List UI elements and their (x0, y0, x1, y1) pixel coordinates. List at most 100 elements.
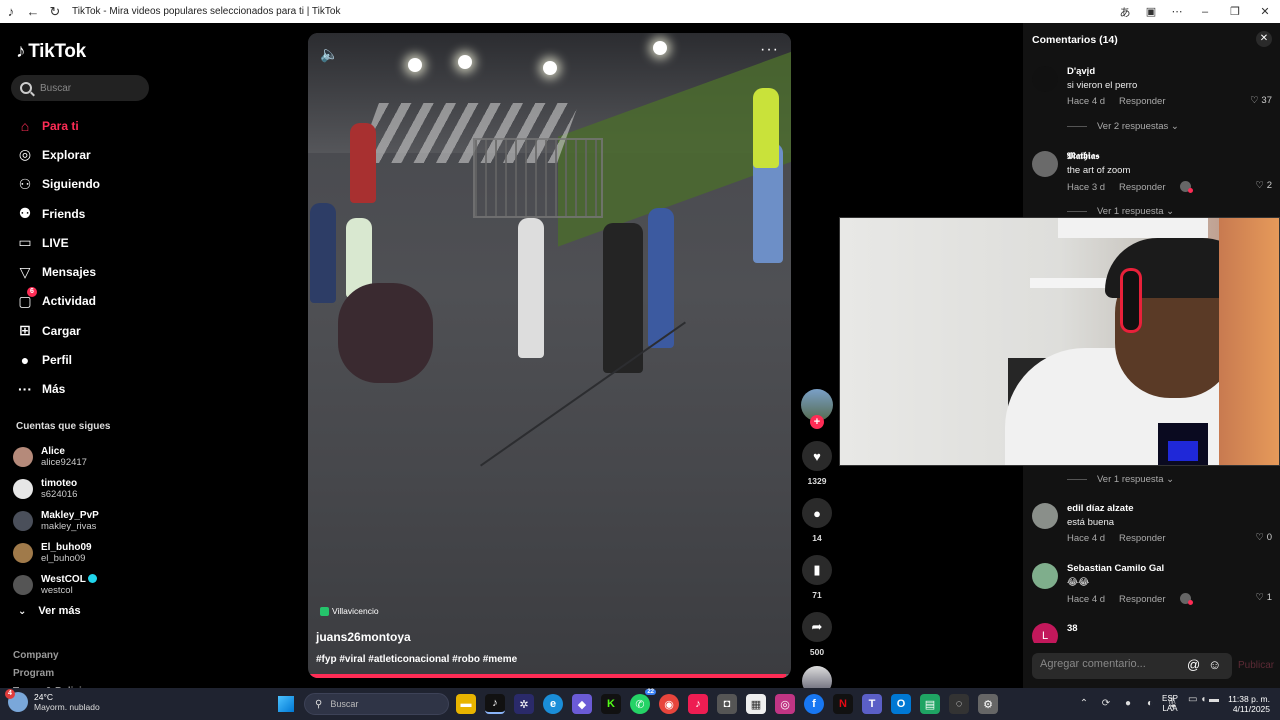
facebook-icon[interactable]: f (804, 694, 824, 714)
nav-live[interactable]: ▭ LIVE (14, 228, 274, 257)
avatar[interactable] (1032, 151, 1058, 177)
share-button[interactable]: ➦ (802, 612, 832, 642)
teams-icon[interactable]: T (862, 694, 882, 714)
file-explorer-icon[interactable]: ▬ (456, 694, 476, 714)
comment-like[interactable]: ♡ 37 (1250, 95, 1272, 106)
view-replies-button[interactable]: Ver 1 respuesta ⌄ (1067, 206, 1174, 217)
view-replies-button[interactable]: Ver 1 respuesta ⌄ (1067, 474, 1174, 485)
menu-icon[interactable]: ⋯ (1164, 0, 1190, 23)
view-replies-button[interactable]: Ver 2 respuestas ⌄ (1067, 121, 1179, 132)
windows-start-icon[interactable] (278, 696, 294, 712)
chevron-up-icon[interactable]: ⌃ (1075, 694, 1093, 714)
clock[interactable]: 11:38 p. m. 4/11/2025 (1226, 694, 1270, 714)
following-item[interactable]: El_buho09 el_buho09 (13, 537, 193, 569)
nav-siguiendo[interactable]: ⚇ Siguiendo (14, 170, 274, 199)
tiktok-studio-icon[interactable]: ♪ (688, 694, 708, 714)
minimize-button[interactable]: – (1190, 6, 1220, 18)
edge-icon[interactable]: e (543, 694, 563, 714)
copilot-icon[interactable]: ◆ (572, 694, 592, 714)
search-input[interactable] (40, 82, 140, 94)
translate-icon[interactable]: あ (1112, 0, 1138, 23)
maximize-button[interactable]: ❐ (1220, 5, 1250, 18)
nav-mensajes[interactable]: ▽ Mensajes (14, 257, 274, 286)
mention-icon[interactable]: @ (1187, 657, 1200, 672)
following-item[interactable]: timoteo s624016 (13, 473, 193, 505)
chrome-icon[interactable]: ◉ (659, 694, 679, 714)
tray-app-icon[interactable]: ● (1119, 694, 1137, 714)
app-icon[interactable]: ◌ (949, 694, 969, 714)
nav-friends[interactable]: ⚉ Friends (14, 199, 274, 228)
like-button[interactable]: ♥ (802, 441, 832, 471)
comment-like[interactable]: ♡ 2 (1256, 180, 1272, 191)
search-bar[interactable] (11, 75, 149, 101)
video-hashtags[interactable]: #fyp #viral #atleticonacional #robo #mem… (316, 654, 517, 665)
network-volume-battery-icons[interactable]: ▭ ◖ ▬ (1188, 694, 1228, 705)
following-item[interactable]: Makley_PvP makley_rivas (13, 505, 193, 537)
more-options-icon[interactable]: ··· (760, 41, 779, 59)
reply-button[interactable]: Responder (1119, 594, 1165, 605)
tiktok-app-icon[interactable]: ♪ (485, 694, 505, 714)
nav-mas[interactable]: ··· Más (14, 375, 274, 404)
kick-icon[interactable]: K (601, 694, 621, 714)
language-indicator[interactable]: ESP LAA (1162, 694, 1178, 714)
comment-like[interactable]: ♡ 0 (1256, 532, 1272, 543)
comment-like[interactable]: ♡ 1 (1256, 592, 1272, 603)
sync-icon[interactable]: ⟳ (1097, 694, 1115, 714)
reply-button[interactable]: Responder (1119, 533, 1165, 544)
reply-button[interactable]: Responder (1119, 96, 1165, 107)
avatar[interactable] (1032, 563, 1058, 589)
volume-icon[interactable]: 🔈 (320, 45, 339, 63)
tray-app-icon[interactable]: ◐ (1141, 694, 1159, 714)
footer-company[interactable]: Company (13, 647, 93, 665)
comment-user[interactable]: Sebastian Camilo Gal (1067, 563, 1164, 574)
comment-user[interactable]: D'ąvįd (1067, 66, 1095, 77)
avatar[interactable]: L (1032, 623, 1058, 643)
comment-user[interactable]: 𝕸𝖆𝖙𝖍𝖎𝖆𝖘 (1067, 151, 1099, 162)
nav-para-ti[interactable]: ⌂ Para ti (14, 111, 274, 140)
outlook-icon[interactable]: O (891, 694, 911, 714)
instagram-icon[interactable]: ◎ (775, 694, 795, 714)
comment-button[interactable]: ● (802, 498, 832, 528)
video-progress-bar[interactable] (308, 674, 791, 678)
creator-avatar[interactable]: + (801, 389, 833, 429)
comment-user[interactable]: edil díaz alzate (1067, 503, 1134, 514)
app-icon[interactable]: ✲ (514, 694, 534, 714)
whatsapp-icon[interactable]: ✆ 22 (630, 689, 656, 714)
following-item[interactable]: WestCOL westcol (13, 569, 193, 601)
reload-icon[interactable]: ↻ (44, 0, 66, 23)
nav-label: LIVE (42, 235, 69, 250)
avatar[interactable] (1032, 503, 1058, 529)
store-icon[interactable]: ▦ (746, 694, 766, 714)
see-more-button[interactable]: ⌄ Ver más (18, 605, 81, 617)
close-icon[interactable]: ✕ (1256, 31, 1272, 47)
post-button[interactable]: Publicar (1238, 660, 1274, 671)
save-button[interactable]: ▮ (802, 555, 832, 585)
comment-input[interactable] (1040, 658, 1180, 670)
camera-icon[interactable]: ◘ (717, 694, 737, 714)
avatar[interactable] (1032, 66, 1058, 92)
emoji-icon[interactable]: ☺ (1208, 657, 1221, 672)
netflix-icon[interactable]: N (833, 694, 853, 714)
cam-headset (1120, 268, 1142, 333)
close-window-button[interactable]: ✕ (1250, 5, 1280, 18)
video-author[interactable]: juans26montoya (316, 630, 411, 644)
video-player[interactable]: 🔈 ··· Villavicencio juans26montoya #fyp … (308, 33, 791, 678)
app-icon[interactable]: ▤ (920, 694, 940, 714)
taskbar-search[interactable]: ⚲ (304, 693, 449, 715)
reply-button[interactable]: Responder (1119, 182, 1165, 193)
tiktok-logo[interactable]: ♪ TikTok (16, 41, 86, 63)
settings-icon[interactable]: ⚙ (978, 694, 998, 714)
nav-cargar[interactable]: ⊞ Cargar (14, 316, 274, 345)
following-item[interactable]: Alice alice92417 (13, 441, 193, 473)
nav-perfil[interactable]: ● Perfil (14, 345, 274, 374)
follow-plus-icon[interactable]: + (810, 415, 824, 429)
comment-user[interactable]: 38 (1067, 623, 1078, 634)
back-icon[interactable]: ← (22, 0, 44, 23)
nav-actividad[interactable]: ▢ 6 Actividad (14, 286, 274, 316)
footer-program[interactable]: Program (13, 665, 93, 683)
nav-explorar[interactable]: ◎ Explorar (14, 140, 274, 169)
taskbar-search-input[interactable] (330, 699, 401, 709)
location-tag[interactable]: Villavicencio (320, 606, 379, 616)
weather-widget[interactable]: 4 24°C Mayorm. nublado (5, 689, 100, 712)
tab-icon[interactable]: ▣ (1138, 0, 1164, 23)
